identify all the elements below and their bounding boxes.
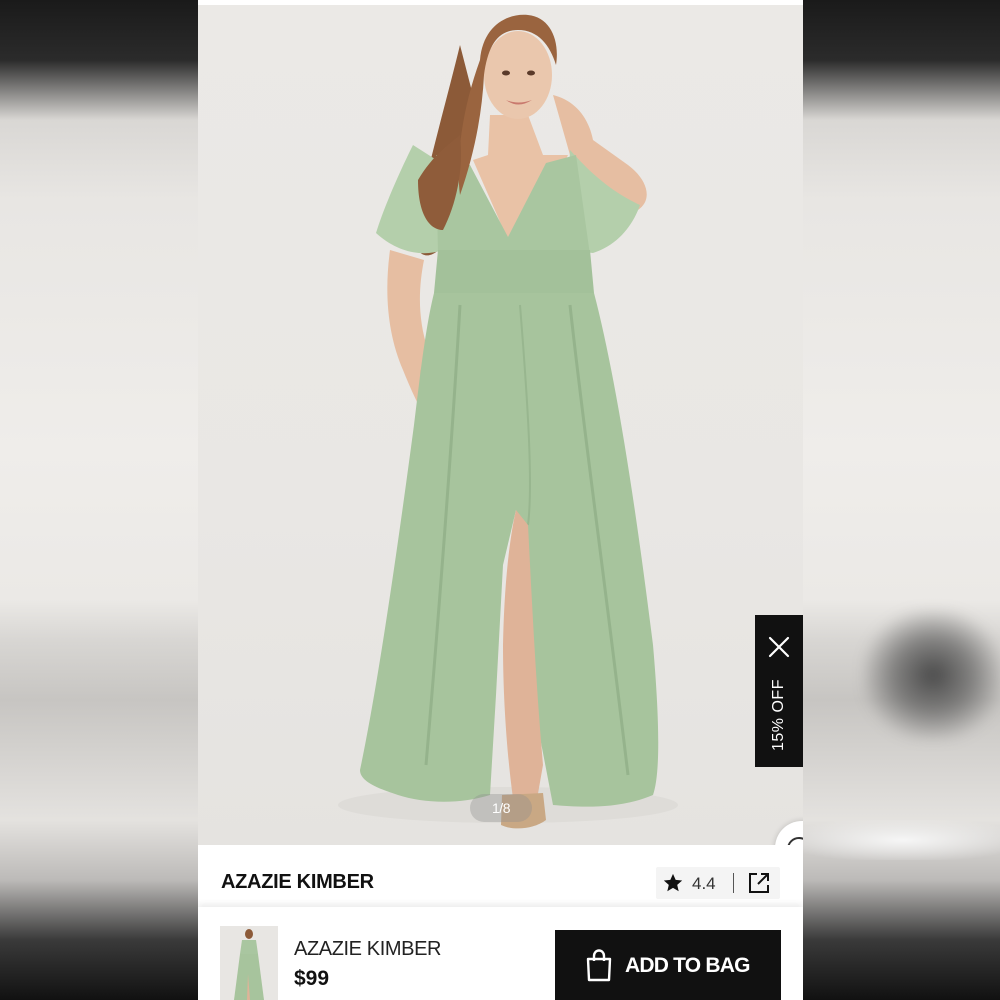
chat-bubble-icon — [787, 837, 803, 845]
blurred-background-left — [0, 0, 198, 1000]
blurred-background-right — [793, 0, 1000, 1000]
rating-divider — [733, 873, 734, 893]
close-icon[interactable] — [767, 635, 791, 659]
star-icon — [663, 873, 683, 892]
product-thumbnail — [220, 926, 278, 1000]
product-image-gallery[interactable]: 1/8 15% OFF — [198, 5, 803, 845]
product-page: 1/8 15% OFF AZAZIE KIMBER 4.4 AZAZIE KIM… — [198, 0, 803, 1000]
shopping-bag-icon — [586, 949, 612, 982]
rating-value[interactable]: 4.4 — [692, 874, 716, 894]
external-link-icon[interactable] — [747, 871, 771, 895]
promo-label[interactable]: 15% OFF — [770, 679, 788, 751]
rating-share-box: 4.4 — [656, 867, 780, 899]
bar-product-price: $99 — [294, 967, 330, 990]
discount-promo-tab[interactable]: 15% OFF — [755, 615, 803, 767]
sticky-add-to-bag-bar: AZAZIE KIMBER $99 ADD TO BAG — [198, 907, 803, 1000]
product-title-row: AZAZIE KIMBER 4.4 — [198, 845, 803, 905]
model-photo — [338, 14, 678, 829]
gallery-pager: 1/8 — [470, 794, 532, 822]
add-to-bag-button[interactable]: ADD TO BAG — [555, 930, 781, 1000]
add-to-bag-label: ADD TO BAG — [625, 954, 750, 977]
product-title: AZAZIE KIMBER — [221, 871, 374, 893]
bar-product-name: AZAZIE KIMBER — [294, 938, 442, 960]
